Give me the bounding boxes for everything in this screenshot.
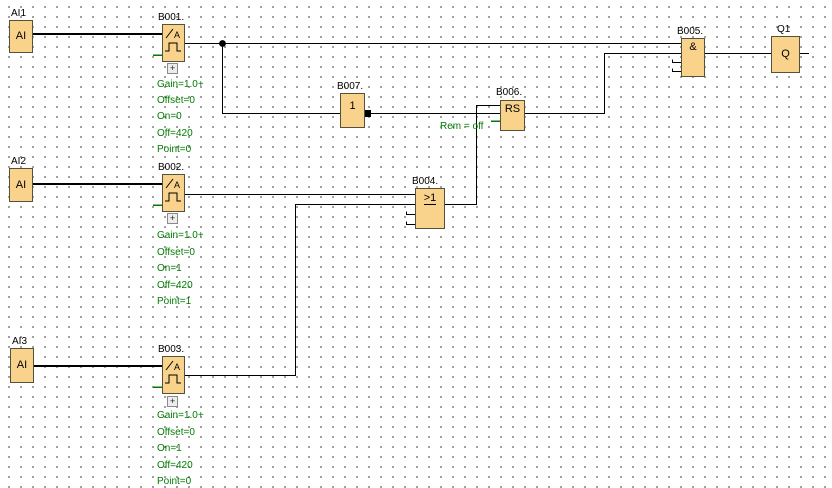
svg-text:A: A <box>174 362 180 372</box>
b001-param-gain: Gain=1.0+ <box>157 79 204 90</box>
b007-label: B007. <box>337 81 364 92</box>
b002-expand-button[interactable]: + <box>167 213 178 224</box>
analog-input-block-ai3[interactable]: AI <box>10 348 34 383</box>
b001-param-off: Off=420 <box>157 128 193 139</box>
ai1-label: AI1 <box>11 8 27 19</box>
b005-label: B005. <box>677 26 704 37</box>
b003-label: B003. <box>158 344 185 355</box>
b001-param-point: Point=0 <box>157 144 192 155</box>
b002-param-point: Point=1 <box>157 296 192 307</box>
b007-symbol: 1 <box>349 100 356 112</box>
ai3-label: AI3 <box>12 336 28 347</box>
b002-label: B002. <box>158 162 185 173</box>
ai2-label: AI2 <box>11 156 27 167</box>
b007-output-marker[interactable] <box>364 110 371 117</box>
wire-junction-b007[interactable] <box>222 43 341 114</box>
not-block-b007[interactable]: 1 <box>340 93 365 128</box>
b003-param-point: Point=0 <box>157 476 192 487</box>
analog-trigger-icon: A <box>165 28 181 52</box>
analog-trigger-icon: A <box>165 178 181 202</box>
b001-param-on: On=0 <box>157 111 182 122</box>
b001-label: B001. <box>158 12 185 23</box>
b002-param-on: On=1 <box>157 263 182 274</box>
or-block-b004[interactable]: >1 <box>415 188 445 229</box>
output-block-q1[interactable]: Q <box>771 36 800 73</box>
b001-expand-button[interactable]: + <box>167 63 178 74</box>
ai2-symbol: AI <box>15 178 27 191</box>
wire-b003-b004[interactable] <box>185 204 415 376</box>
b004-label: B004. <box>412 176 439 187</box>
b006-symbol: RS <box>504 103 521 115</box>
b005-symbol: & <box>689 41 697 53</box>
analog-input-block-ai1[interactable]: AI <box>9 20 33 53</box>
q1-label: Q1 <box>777 24 791 35</box>
b003-param-off: Off=420 <box>157 460 193 471</box>
b002-param-gain: Gain=1.0+ <box>157 230 204 241</box>
diagram-canvas[interactable]: AI1 AI AI2 AI AI3 AI B001. A + Gain=1.0+… <box>0 0 832 488</box>
b003-param-gain: Gain=1.0+ <box>157 410 204 421</box>
b006-label: B006. <box>496 87 523 98</box>
threshold-trigger-block-b002[interactable]: A <box>162 174 185 212</box>
b002-param-off: Off=420 <box>157 280 193 291</box>
wire-b006-b005[interactable] <box>525 53 681 114</box>
threshold-trigger-block-b001[interactable]: A <box>162 24 185 62</box>
ai1-symbol: AI <box>15 30 27 42</box>
and-block-b005[interactable]: & <box>681 38 705 77</box>
q1-symbol: Q <box>781 48 790 60</box>
wire-junction-dot[interactable] <box>219 40 226 47</box>
svg-text:A: A <box>174 30 180 40</box>
b003-expand-button[interactable]: + <box>167 396 178 407</box>
b004-symbol: >1 <box>423 192 437 205</box>
b001-param-offset: Offset=0 <box>157 95 195 106</box>
b006-param-rem: Rem = off <box>440 121 484 132</box>
b002-param-offset: Offset=0 <box>157 247 195 258</box>
rs-latch-block-b006[interactable]: RS <box>500 100 525 131</box>
b003-param-offset: Offset=0 <box>157 427 195 438</box>
ai3-symbol: AI <box>16 359 28 371</box>
b003-param-on: On=1 <box>157 443 182 454</box>
threshold-trigger-block-b003[interactable]: A <box>162 356 185 394</box>
svg-text:A: A <box>174 180 180 190</box>
analog-trigger-icon: A <box>165 360 181 384</box>
wire-layer <box>33 33 809 388</box>
analog-input-block-ai2[interactable]: AI <box>9 168 33 202</box>
